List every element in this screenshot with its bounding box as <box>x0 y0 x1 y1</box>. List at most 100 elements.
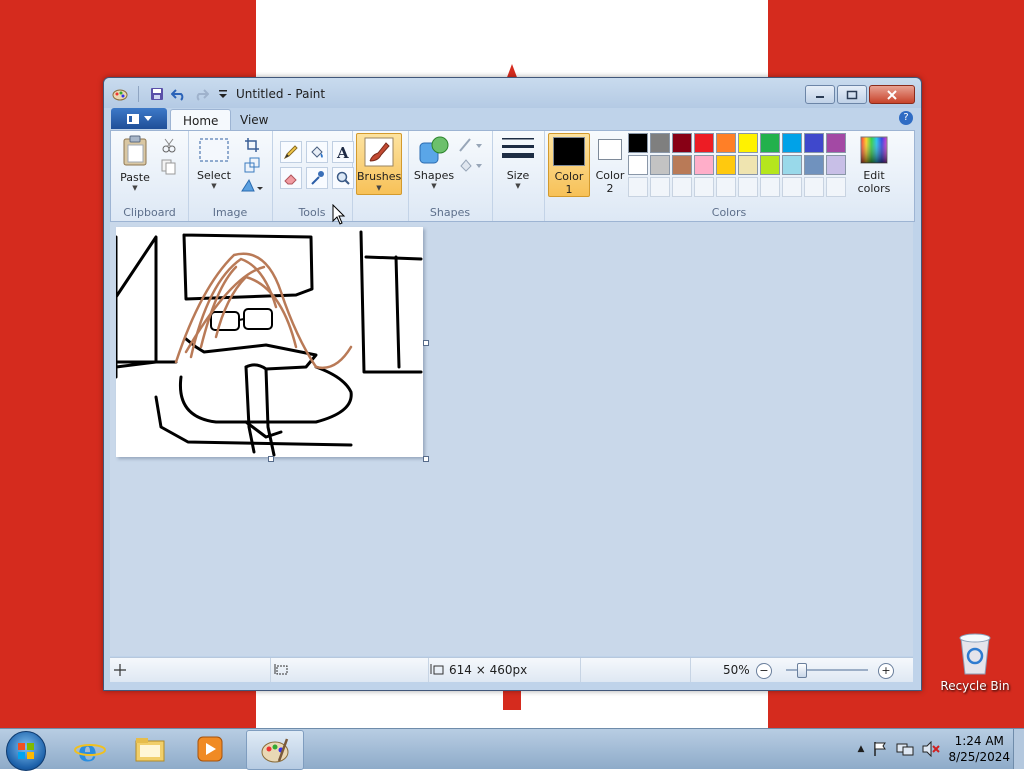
undo-icon[interactable] <box>171 86 187 102</box>
redo-icon[interactable] <box>193 86 209 102</box>
paint-app-icon[interactable] <box>112 86 128 102</box>
show-desktop-button[interactable] <box>1013 729 1024 769</box>
color2-button[interactable]: Color 2 <box>590 133 630 195</box>
palette-swatch[interactable] <box>760 155 780 175</box>
edit-colors-label-line2: colors <box>857 182 891 195</box>
customize-qat-icon[interactable] <box>215 86 231 102</box>
select-button[interactable]: Select ▼ <box>194 135 234 190</box>
palette-swatch[interactable] <box>628 155 648 175</box>
color1-button[interactable]: Color 1 <box>548 133 590 197</box>
volume-muted-icon[interactable] <box>922 741 941 757</box>
action-center-flag-icon[interactable] <box>872 741 888 757</box>
color-picker-icon[interactable] <box>306 167 328 189</box>
fill-icon[interactable] <box>458 157 484 176</box>
tab-view[interactable]: View <box>228 109 280 130</box>
resize-icon[interactable] <box>244 157 260 176</box>
canvas-resize-handle-corner[interactable] <box>423 456 429 462</box>
zoom-slider-thumb[interactable] <box>797 663 807 678</box>
brush-icon <box>364 137 394 170</box>
shapes-button[interactable]: Shapes ▼ <box>414 135 454 190</box>
palette-swatch[interactable] <box>738 133 758 153</box>
recycle-bin-shortcut[interactable]: Recycle Bin <box>940 630 1010 693</box>
palette-swatch[interactable] <box>650 155 670 175</box>
custom-color-slot[interactable] <box>650 177 670 197</box>
custom-color-slot[interactable] <box>738 177 758 197</box>
palette-swatch[interactable] <box>760 133 780 153</box>
palette-swatch[interactable] <box>716 155 736 175</box>
edit-colors-label-line1: Edit <box>863 169 885 182</box>
palette-swatch[interactable] <box>650 133 670 153</box>
tools-grid: A <box>280 141 354 189</box>
text-tool-icon[interactable]: A <box>332 141 354 163</box>
palette-swatch[interactable] <box>716 133 736 153</box>
colors-group-label: Colors <box>711 206 747 219</box>
canvas-resize-handle-bottom[interactable] <box>268 456 274 462</box>
custom-color-slot[interactable] <box>716 177 736 197</box>
network-icon[interactable] <box>896 741 914 757</box>
palette-swatch[interactable] <box>826 155 846 175</box>
maximize-button[interactable] <box>837 85 867 104</box>
drawing-canvas[interactable] <box>116 227 423 457</box>
canvas-workspace[interactable] <box>110 222 913 656</box>
size-button[interactable]: Size ▼ <box>498 135 538 190</box>
paint-menu-button[interactable] <box>111 108 167 129</box>
copy-icon[interactable] <box>161 159 177 178</box>
fill-bucket-icon[interactable] <box>306 141 328 163</box>
palette-swatch[interactable] <box>782 133 802 153</box>
cut-icon[interactable] <box>161 137 177 156</box>
minimize-icon <box>816 95 824 98</box>
title-bar[interactable]: Untitled - Paint <box>104 78 921 108</box>
clipboard-icon <box>123 135 147 166</box>
window-controls <box>805 85 915 104</box>
maximize-icon <box>846 90 858 99</box>
zoom-in-button[interactable]: + <box>878 663 894 679</box>
palette-swatch[interactable] <box>738 155 758 175</box>
palette-swatch[interactable] <box>694 155 714 175</box>
minimize-button[interactable] <box>805 85 835 104</box>
custom-color-slot[interactable] <box>694 177 714 197</box>
color2-number: 2 <box>606 182 614 195</box>
taskbar-media-player[interactable] <box>182 730 238 768</box>
size-lines-icon <box>502 138 534 158</box>
zoom-out-button[interactable]: − <box>756 663 772 679</box>
palette-swatch[interactable] <box>694 133 714 153</box>
image-group: Select ▼ Image <box>188 131 273 221</box>
paste-button[interactable]: Paste ▼ <box>117 135 153 192</box>
custom-color-slot[interactable] <box>804 177 824 197</box>
close-button[interactable] <box>869 85 915 104</box>
eraser-icon[interactable] <box>280 167 302 189</box>
taskbar-internet-explorer[interactable]: e <box>62 730 118 768</box>
custom-color-slot[interactable] <box>826 177 846 197</box>
custom-color-slot[interactable] <box>760 177 780 197</box>
palette-swatch[interactable] <box>672 133 692 153</box>
custom-color-slot[interactable] <box>672 177 692 197</box>
palette-swatch[interactable] <box>804 155 824 175</box>
palette-swatch[interactable] <box>672 155 692 175</box>
crop-icon[interactable] <box>244 137 260 156</box>
start-button[interactable] <box>6 731 46 771</box>
canvas-resize-handle-right[interactable] <box>423 340 429 346</box>
tab-home[interactable]: Home <box>170 109 232 131</box>
color1-label: Color <box>554 170 584 183</box>
palette-swatch[interactable] <box>628 133 648 153</box>
save-icon[interactable] <box>149 86 165 102</box>
paint-window: Untitled - Paint Home View ? Paste ▼ Cli… <box>103 77 922 691</box>
palette-swatch[interactable] <box>782 155 802 175</box>
selection-size <box>270 658 429 682</box>
pencil-icon[interactable] <box>280 141 302 163</box>
custom-color-slot[interactable] <box>628 177 648 197</box>
brushes-button[interactable]: Brushes ▼ <box>356 133 402 195</box>
color1-swatch <box>553 137 585 166</box>
taskbar-paint[interactable] <box>246 730 304 770</box>
custom-color-slot[interactable] <box>782 177 802 197</box>
show-hidden-icons-icon[interactable]: ▲ <box>858 744 865 754</box>
taskbar-file-explorer[interactable] <box>122 730 178 768</box>
outline-icon[interactable] <box>458 137 484 156</box>
rotate-icon[interactable] <box>240 177 264 196</box>
palette-swatch[interactable] <box>804 133 824 153</box>
edit-colors-button[interactable]: Edit colors <box>852 135 896 195</box>
help-icon[interactable]: ? <box>899 111 913 125</box>
magnifier-icon[interactable] <box>332 167 354 189</box>
taskbar-clock[interactable]: 1:24 AM 8/25/2024 <box>948 733 1010 765</box>
palette-swatch[interactable] <box>826 133 846 153</box>
